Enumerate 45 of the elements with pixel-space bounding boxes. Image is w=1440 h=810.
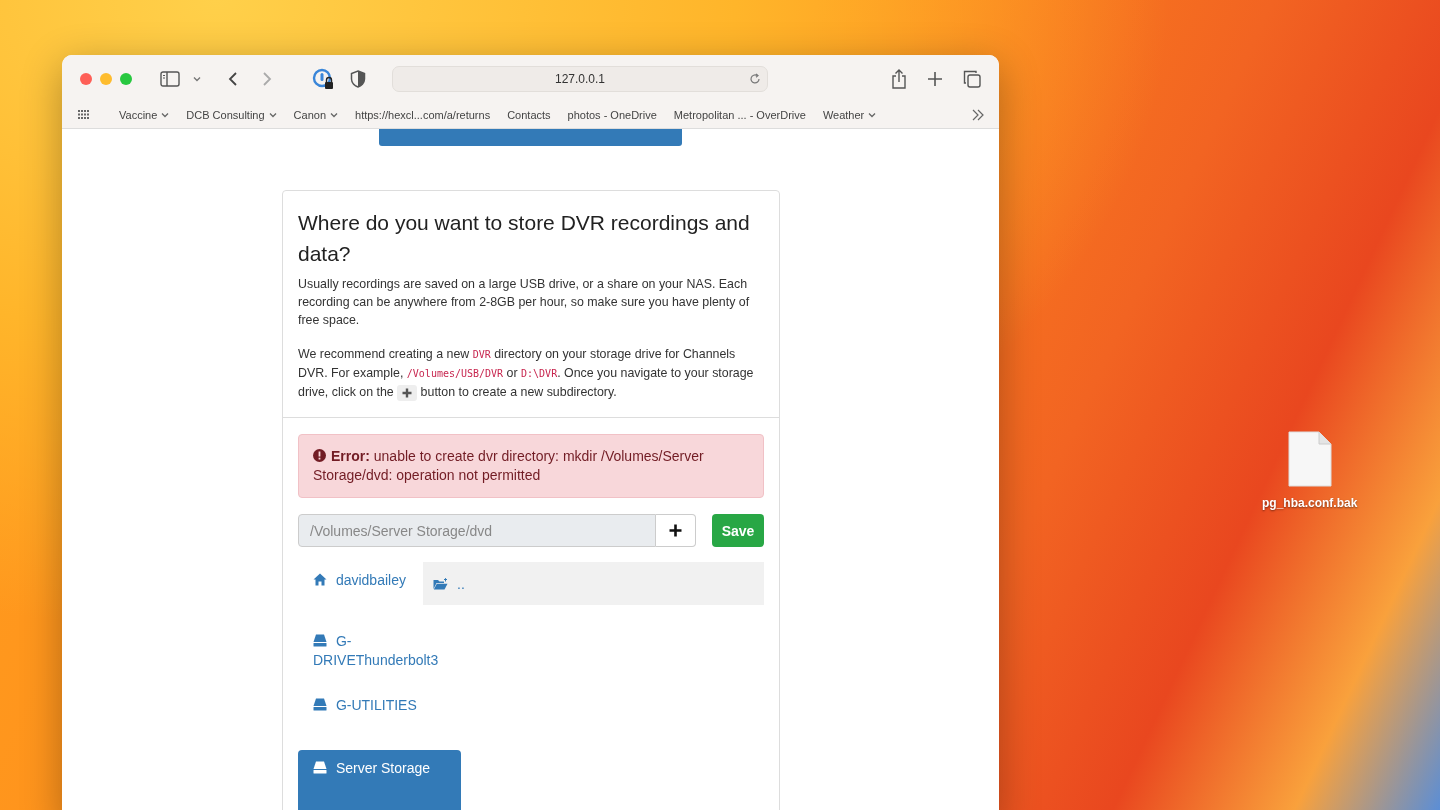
new-tab-icon[interactable] [927, 70, 943, 87]
caret-icon[interactable] [161, 112, 170, 118]
add-folder-button[interactable] [656, 514, 696, 547]
bookmark[interactable]: Metropolitan ... - OverDrive [673, 109, 806, 121]
plus-icon [669, 524, 682, 537]
error-message: Error: unable to create dvr directory: mkdir /Volumes/Server Storage/dvd: operation not permitted [313, 447, 705, 485]
plus-icon [402, 387, 413, 398]
chevron-down-icon[interactable] [192, 74, 202, 83]
chevrons-right-icon[interactable] [971, 109, 985, 121]
drive-icon [313, 634, 327, 647]
shield-icon[interactable] [350, 69, 366, 88]
home-icon [313, 573, 327, 586]
drive-icon [313, 698, 327, 711]
bookmark[interactable]: Contacts [507, 109, 551, 121]
tab-overview-icon[interactable] [963, 69, 981, 88]
intro-text: Usually recordings are saved on a large USB drive, or a share on your NAS. Each recording can be anywhere from 2-8GB per hour, so make sure you have plenty of free space. [298, 276, 751, 329]
caret-icon[interactable] [868, 112, 877, 118]
card-title: Where do you want to store DVR recordings and data? [298, 210, 751, 267]
recommendation-text: We recommend creating a new DVR directory on your storage drive for Channels DVR. For example, /Volumes/USB/DVR or D:\DVR. Once you navigate to your storage drive, click on the button to create a new subdirectory. [298, 346, 755, 402]
location-item[interactable]: G-DRIVEThunderbolt3 [298, 623, 461, 679]
bookmark[interactable]: photos - OneDrive [567, 109, 657, 121]
address-bar[interactable]: 127.0.0.1 [392, 65, 768, 92]
bookmark[interactable]: https://hexcl...com/a/returns [355, 109, 491, 121]
back-icon[interactable] [228, 70, 238, 87]
bookmark[interactable]: Weather [822, 109, 877, 121]
folder-row[interactable]: .. [423, 562, 764, 605]
drive-icon [313, 761, 327, 774]
reload-icon[interactable] [749, 72, 761, 85]
caret-icon[interactable] [330, 112, 338, 118]
grid-icon[interactable] [78, 110, 90, 120]
folder-icon [433, 577, 448, 590]
share-icon[interactable] [891, 68, 907, 89]
forward-icon[interactable] [262, 70, 272, 87]
document-icon[interactable] [1286, 430, 1333, 488]
bookmark[interactable]: Canon [293, 109, 338, 121]
sidebar-icon[interactable] [160, 70, 180, 87]
bookmark[interactable]: Vaccine [119, 109, 170, 121]
caret-icon[interactable] [268, 112, 277, 118]
exclamation-icon [313, 449, 326, 462]
bookmark[interactable]: DCB Consulting [186, 109, 277, 121]
location-item[interactable]: G-UTILITIES [298, 687, 461, 724]
password-lock-icon[interactable] [312, 67, 334, 90]
zoom-button[interactable] [120, 72, 132, 85]
close-button[interactable] [80, 72, 92, 85]
location-item[interactable]: Server Storage [298, 750, 461, 810]
